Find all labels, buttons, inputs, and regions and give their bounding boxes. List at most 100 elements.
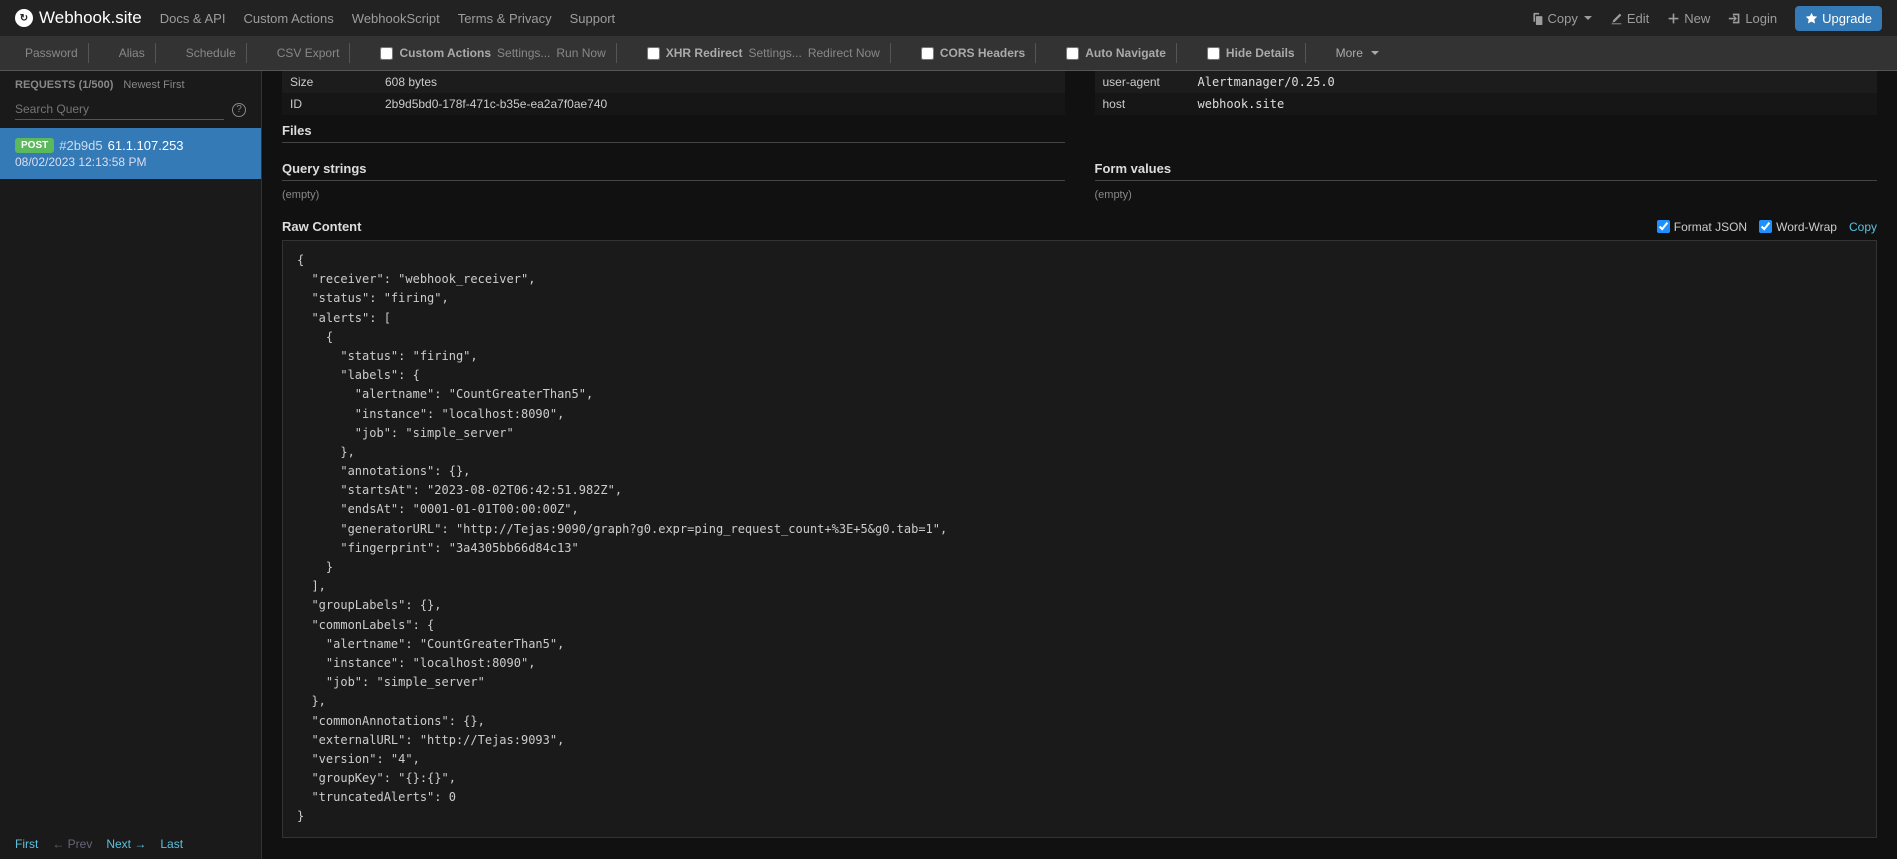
edit-button[interactable]: Edit xyxy=(1610,11,1649,26)
word-wrap-label: Word-Wrap xyxy=(1776,220,1837,234)
method-badge: POST xyxy=(15,138,54,153)
requests-sidebar: REQUESTS (1/500) Newest First ? POST #2b… xyxy=(0,71,262,859)
copy-dropdown[interactable]: Copy xyxy=(1531,11,1592,26)
format-json-checkbox[interactable] xyxy=(1657,220,1670,233)
copy-label: Copy xyxy=(1548,11,1578,26)
autonav-checkbox[interactable] xyxy=(1066,47,1079,60)
upgrade-button[interactable]: Upgrade xyxy=(1795,6,1882,31)
caret-icon xyxy=(1584,16,1592,20)
edit-label: Edit xyxy=(1627,11,1649,26)
custom-actions-checkbox[interactable] xyxy=(380,47,393,60)
word-wrap-checkbox[interactable] xyxy=(1759,220,1772,233)
nav-custom-actions[interactable]: Custom Actions xyxy=(243,11,333,26)
word-wrap-toggle[interactable]: Word-Wrap xyxy=(1759,220,1837,234)
request-hash: #2b9d5 xyxy=(59,138,102,153)
top-navbar: ↻ Webhook.site Docs & API Custom Actions… xyxy=(0,0,1897,36)
request-ip: 61.1.107.253 xyxy=(108,138,184,153)
table-row: hostwebhook.site xyxy=(1095,93,1878,115)
form-values-empty: (empty) xyxy=(1095,185,1878,205)
page-next[interactable]: Next → xyxy=(106,837,146,851)
nav-support[interactable]: Support xyxy=(570,11,616,26)
caret-icon xyxy=(1371,51,1379,55)
redirect-now-link[interactable]: Redirect Now xyxy=(808,46,880,60)
edit-icon xyxy=(1610,12,1623,25)
page-first[interactable]: First xyxy=(15,837,38,851)
xhr-label: XHR Redirect xyxy=(666,46,743,60)
raw-content-title: Raw Content xyxy=(282,219,361,234)
table-row: user-agentAlertmanager/0.25.0 xyxy=(1095,71,1878,93)
pagination: First ← Prev Next → Last xyxy=(0,829,261,859)
plus-icon xyxy=(1667,12,1680,25)
header-value: Alertmanager/0.25.0 xyxy=(1190,71,1878,93)
new-button[interactable]: New xyxy=(1667,11,1710,26)
settings-link-2[interactable]: Settings... xyxy=(748,46,801,60)
sep xyxy=(246,43,267,63)
requests-count: REQUESTS (1/500) xyxy=(15,79,113,91)
sep xyxy=(1305,43,1326,63)
table-row: ID2b9d5bd0-178f-471c-b35e-ea2a7f0ae740 xyxy=(282,93,1065,115)
header-key: host xyxy=(1095,93,1190,115)
query-strings-title: Query strings xyxy=(282,153,1065,181)
header-key: user-agent xyxy=(1095,71,1190,93)
format-json-toggle[interactable]: Format JSON xyxy=(1657,220,1747,234)
help-icon[interactable]: ? xyxy=(232,103,246,117)
nav-terms[interactable]: Terms & Privacy xyxy=(458,11,552,26)
table-row: Size608 bytes xyxy=(282,71,1065,93)
star-icon xyxy=(1805,12,1818,25)
login-label: Login xyxy=(1745,11,1777,26)
sep xyxy=(1176,43,1197,63)
sep xyxy=(88,43,109,63)
xhr-checkbox[interactable] xyxy=(647,47,660,60)
detail-value: 2b9d5bd0-178f-471c-b35e-ea2a7f0ae740 xyxy=(377,93,1065,115)
settings-link[interactable]: Settings... xyxy=(497,46,550,60)
sep xyxy=(616,43,637,63)
request-details: Size608 bytes ID2b9d5bd0-178f-471c-b35e-… xyxy=(262,71,1897,859)
sub-alias[interactable]: Alias xyxy=(109,46,155,60)
request-date: 08/02/2023 12:13:58 PM xyxy=(15,155,246,169)
brand[interactable]: ↻ Webhook.site xyxy=(15,8,142,28)
nav-docs[interactable]: Docs & API xyxy=(160,11,226,26)
page-last[interactable]: Last xyxy=(160,837,183,851)
sort-toggle[interactable]: Newest First xyxy=(123,79,184,91)
sep xyxy=(890,43,911,63)
cors-label: CORS Headers xyxy=(940,46,1025,60)
more-dropdown[interactable]: More xyxy=(1326,46,1389,60)
cors-checkbox[interactable] xyxy=(921,47,934,60)
autonav-label: Auto Navigate xyxy=(1085,46,1166,60)
detail-key: ID xyxy=(282,93,377,115)
copy-raw-link[interactable]: Copy xyxy=(1849,220,1877,234)
request-item[interactable]: POST #2b9d5 61.1.107.253 08/02/2023 12:1… xyxy=(0,128,261,179)
upgrade-label: Upgrade xyxy=(1822,11,1872,26)
sub-schedule[interactable]: Schedule xyxy=(176,46,246,60)
sub-password[interactable]: Password xyxy=(15,46,88,60)
sub-toolbar: Password Alias Schedule CSV Export Custo… xyxy=(0,36,1897,71)
brand-text: Webhook.site xyxy=(39,8,142,28)
nav-webhookscript[interactable]: WebhookScript xyxy=(352,11,440,26)
sep xyxy=(349,43,370,63)
brand-icon: ↻ xyxy=(15,9,33,27)
run-now-link[interactable]: Run Now xyxy=(556,46,605,60)
sep xyxy=(155,43,176,63)
sep xyxy=(1035,43,1056,63)
details-left-table: Size608 bytes ID2b9d5bd0-178f-471c-b35e-… xyxy=(282,71,1065,115)
copy-icon xyxy=(1531,12,1544,25)
page-prev[interactable]: ← Prev xyxy=(52,837,92,851)
header-value: webhook.site xyxy=(1190,93,1878,115)
new-label: New xyxy=(1684,11,1710,26)
details-right-table: user-agentAlertmanager/0.25.0 hostwebhoo… xyxy=(1095,71,1878,115)
more-label: More xyxy=(1336,46,1363,60)
custom-actions-label: Custom Actions xyxy=(399,46,491,60)
detail-key: Size xyxy=(282,71,377,93)
sub-csv[interactable]: CSV Export xyxy=(267,46,350,60)
raw-content-body[interactable]: { "receiver": "webhook_receiver", "statu… xyxy=(282,240,1877,838)
detail-value: 608 bytes xyxy=(377,71,1065,93)
hide-details-checkbox[interactable] xyxy=(1207,47,1220,60)
format-json-label: Format JSON xyxy=(1674,220,1747,234)
search-input[interactable] xyxy=(15,99,224,120)
hide-details-label: Hide Details xyxy=(1226,46,1295,60)
query-strings-empty: (empty) xyxy=(282,185,1065,205)
login-icon xyxy=(1728,12,1741,25)
form-values-title: Form values xyxy=(1095,153,1878,181)
login-button[interactable]: Login xyxy=(1728,11,1777,26)
files-title: Files xyxy=(282,115,1065,143)
